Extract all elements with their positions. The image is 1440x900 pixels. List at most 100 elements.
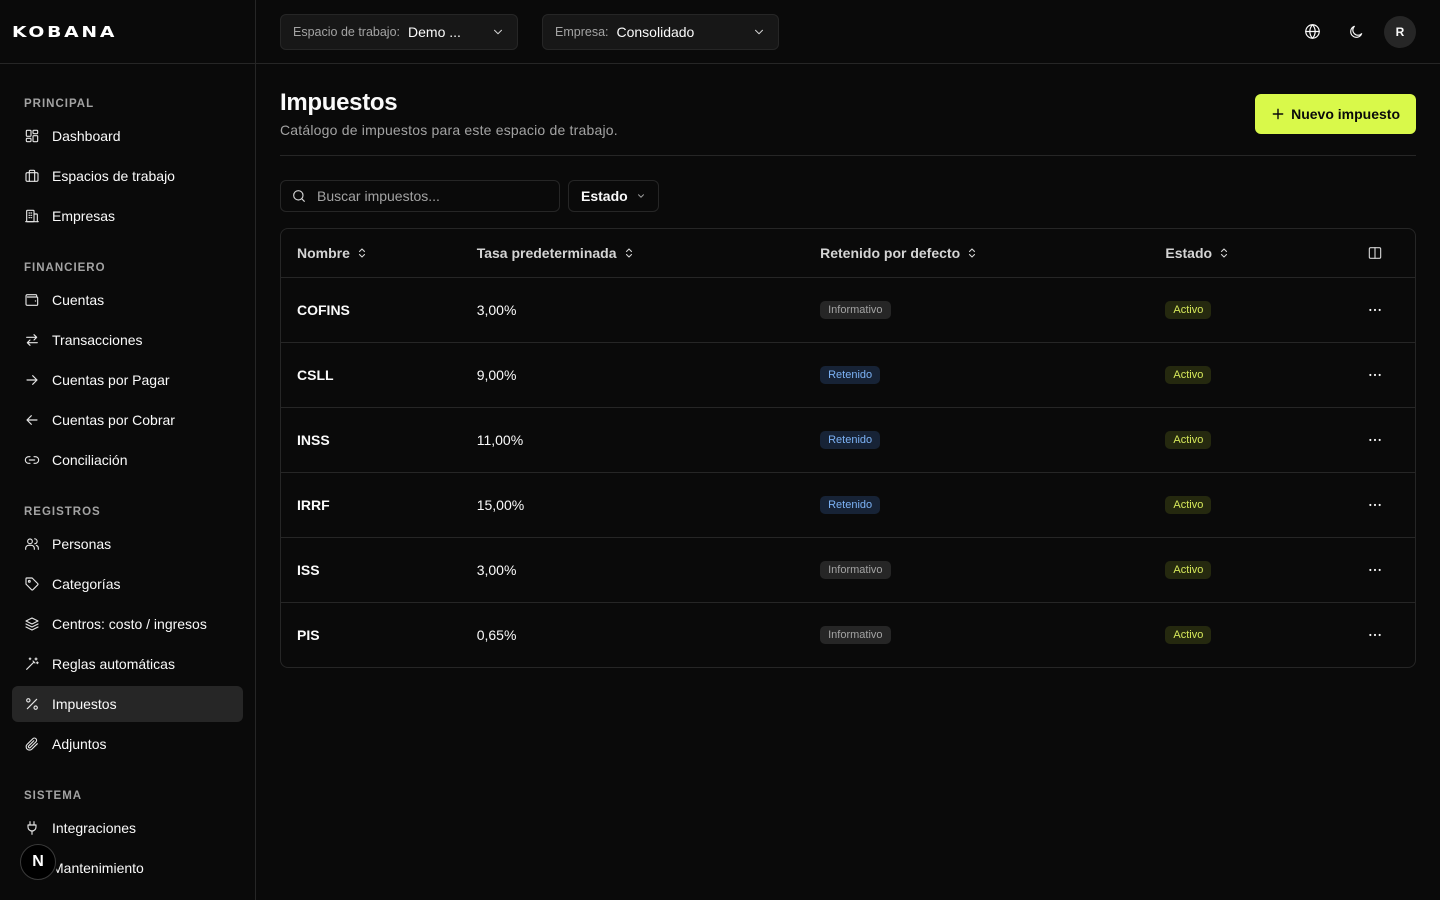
tax-name: COFINS xyxy=(297,301,350,318)
column-header-name[interactable]: Nombre xyxy=(281,229,477,278)
row-actions-cell xyxy=(1345,277,1415,343)
status-cell: Activo xyxy=(1165,407,1346,473)
more-horizontal-icon[interactable] xyxy=(1367,562,1383,578)
status-cell: Activo xyxy=(1165,537,1346,603)
sidebar-item-wand[interactable]: Reglas automáticas xyxy=(12,646,243,682)
withheld-cell: Informativo xyxy=(820,537,1166,603)
sidebar-item-users[interactable]: Personas xyxy=(12,526,243,562)
sidebar-item-label: Integraciones xyxy=(52,820,137,836)
search-icon xyxy=(293,190,305,202)
columns-icon[interactable] xyxy=(1367,245,1383,261)
tax-rate: 3,00% xyxy=(476,301,517,318)
more-horizontal-icon[interactable] xyxy=(1367,367,1383,383)
sidebar-item-label: Mantenimiento xyxy=(52,860,144,876)
column-header-status[interactable]: Estado xyxy=(1165,229,1346,278)
table-row[interactable]: IRRF 15,00% Retenido Activo xyxy=(281,472,1415,538)
new-tax-button-label: Nuevo impuesto xyxy=(1291,106,1400,122)
page-header: Impuestos Catálogo de impuestos para est… xyxy=(280,64,1416,156)
sidebar-item-label: Conciliación xyxy=(52,452,128,468)
column-header-rate[interactable]: Tasa predeterminada xyxy=(476,229,821,278)
sidebar-item-label: Cuentas por Pagar xyxy=(52,372,170,388)
sidebar-item-plug[interactable]: Integraciones xyxy=(12,810,243,846)
table-row[interactable]: CSLL 9,00% Retenido Activo xyxy=(281,342,1415,408)
status-badge: Activo xyxy=(1165,366,1212,384)
withheld-cell: Retenido xyxy=(820,342,1166,408)
nav-section-title: REGISTROS xyxy=(24,506,101,518)
table-header-row: Nombre Tasa predeterminada Retenido por … xyxy=(281,229,1415,278)
user-avatar[interactable]: R xyxy=(1384,15,1416,48)
paperclip-icon xyxy=(24,736,40,752)
more-horizontal-icon[interactable] xyxy=(1367,432,1383,448)
sidebar-item-label: Reglas automáticas xyxy=(52,656,175,672)
column-header-withheld[interactable]: Retenido por defecto xyxy=(820,229,1166,278)
more-horizontal-icon[interactable] xyxy=(1367,497,1383,513)
status-cell: Activo xyxy=(1165,472,1346,538)
more-horizontal-icon[interactable] xyxy=(1367,302,1383,318)
withheld-badge: Informativo xyxy=(820,561,891,579)
dev-tools-badge[interactable]: N xyxy=(20,844,56,880)
withheld-cell: Informativo xyxy=(820,602,1165,667)
tax-rate-cell: 9,00% xyxy=(476,342,821,408)
language-button[interactable] xyxy=(1296,16,1328,48)
more-horizontal-icon[interactable] xyxy=(1367,627,1383,643)
chevron-down-icon xyxy=(637,194,644,198)
workspace-select[interactable]: Espacio de trabajo: Demo ... xyxy=(280,13,518,50)
sidebar: KOBANA PRINCIPAL Dashboard Espacios de tra… xyxy=(0,0,256,900)
sidebar-item-layers[interactable]: Centros: costo / ingresos xyxy=(12,606,243,642)
workspace-select-value: Demo ... xyxy=(408,23,461,40)
tax-name: ISS xyxy=(297,561,320,578)
table-row[interactable]: ISS 3,00% Informativo Activo xyxy=(281,537,1415,603)
workspace-select-label: Espacio de trabajo: xyxy=(293,24,401,39)
search-input[interactable] xyxy=(317,188,537,204)
sidebar-item-dashboard[interactable]: Dashboard xyxy=(12,118,243,154)
company-select[interactable]: Empresa: Consolidado xyxy=(542,13,779,50)
tax-rate: 0,65% xyxy=(476,626,517,643)
table-row[interactable]: COFINS 3,00% Informativo Activo xyxy=(281,277,1415,343)
sidebar-item-arrow-right[interactable]: Cuentas por Pagar xyxy=(12,362,243,398)
tax-rate: 9,00% xyxy=(476,366,517,383)
status-cell: Activo xyxy=(1165,602,1345,667)
sidebar-item-building[interactable]: Empresas xyxy=(12,198,243,234)
tax-name: IRRF xyxy=(297,496,330,513)
sidebar-item-label: Transacciones xyxy=(52,332,143,348)
brand-logo[interactable]: KOBANA xyxy=(0,0,255,64)
sort-icon xyxy=(625,248,632,258)
column-header-label: Tasa predeterminada xyxy=(476,244,617,261)
row-actions-cell xyxy=(1345,407,1415,473)
withheld-cell: Retenido xyxy=(820,407,1166,473)
dashboard-icon xyxy=(24,128,40,144)
tax-rate-cell: 15,00% xyxy=(476,472,821,538)
table-row[interactable]: PIS 0,65% Informativo Activo xyxy=(281,602,1415,667)
sidebar-item-arrow-left[interactable]: Cuentas por Cobrar xyxy=(12,402,243,438)
sidebar-item-briefcase[interactable]: Espacios de trabajo xyxy=(12,158,243,194)
sidebar-item-wallet[interactable]: Cuentas xyxy=(12,282,243,318)
withheld-badge: Retenido xyxy=(820,496,881,514)
status-badge: Activo xyxy=(1165,561,1212,579)
tax-rate: 3,00% xyxy=(476,561,517,578)
building-icon xyxy=(24,208,40,224)
sidebar-item-link[interactable]: Conciliación xyxy=(12,442,243,478)
sidebar-nav: PRINCIPAL Dashboard Espacios de trabajo Emp… xyxy=(0,94,255,886)
sort-icon xyxy=(1221,248,1228,258)
table-row[interactable]: INSS 11,00% Retenido Activo xyxy=(281,407,1415,473)
theme-toggle-button[interactable] xyxy=(1340,16,1372,48)
tax-name-cell: COFINS xyxy=(281,277,477,343)
plug-icon xyxy=(24,820,40,836)
dev-tools-badge-label: N xyxy=(32,853,44,870)
tax-rate: 15,00% xyxy=(476,496,525,513)
sidebar-item-arrows-swap[interactable]: Transacciones xyxy=(12,322,243,358)
chevron-down-icon xyxy=(494,29,502,34)
status-badge: Activo xyxy=(1165,431,1212,449)
moon-icon xyxy=(1350,25,1363,38)
sidebar-item-tag[interactable]: Categorías xyxy=(12,566,243,602)
tax-rate-cell: 0,65% xyxy=(477,602,820,667)
arrows-swap-icon xyxy=(24,332,40,348)
new-tax-button[interactable]: Nuevo impuesto xyxy=(1255,94,1416,134)
row-actions-cell xyxy=(1345,472,1415,538)
status-filter-button[interactable]: Estado xyxy=(568,180,659,212)
sidebar-item-paperclip[interactable]: Adjuntos xyxy=(12,726,243,762)
sidebar-item-percent[interactable]: Impuestos xyxy=(12,686,243,722)
tax-rate-cell: 11,00% xyxy=(476,407,821,473)
layers-icon xyxy=(24,616,40,632)
row-actions-cell xyxy=(1345,342,1415,408)
